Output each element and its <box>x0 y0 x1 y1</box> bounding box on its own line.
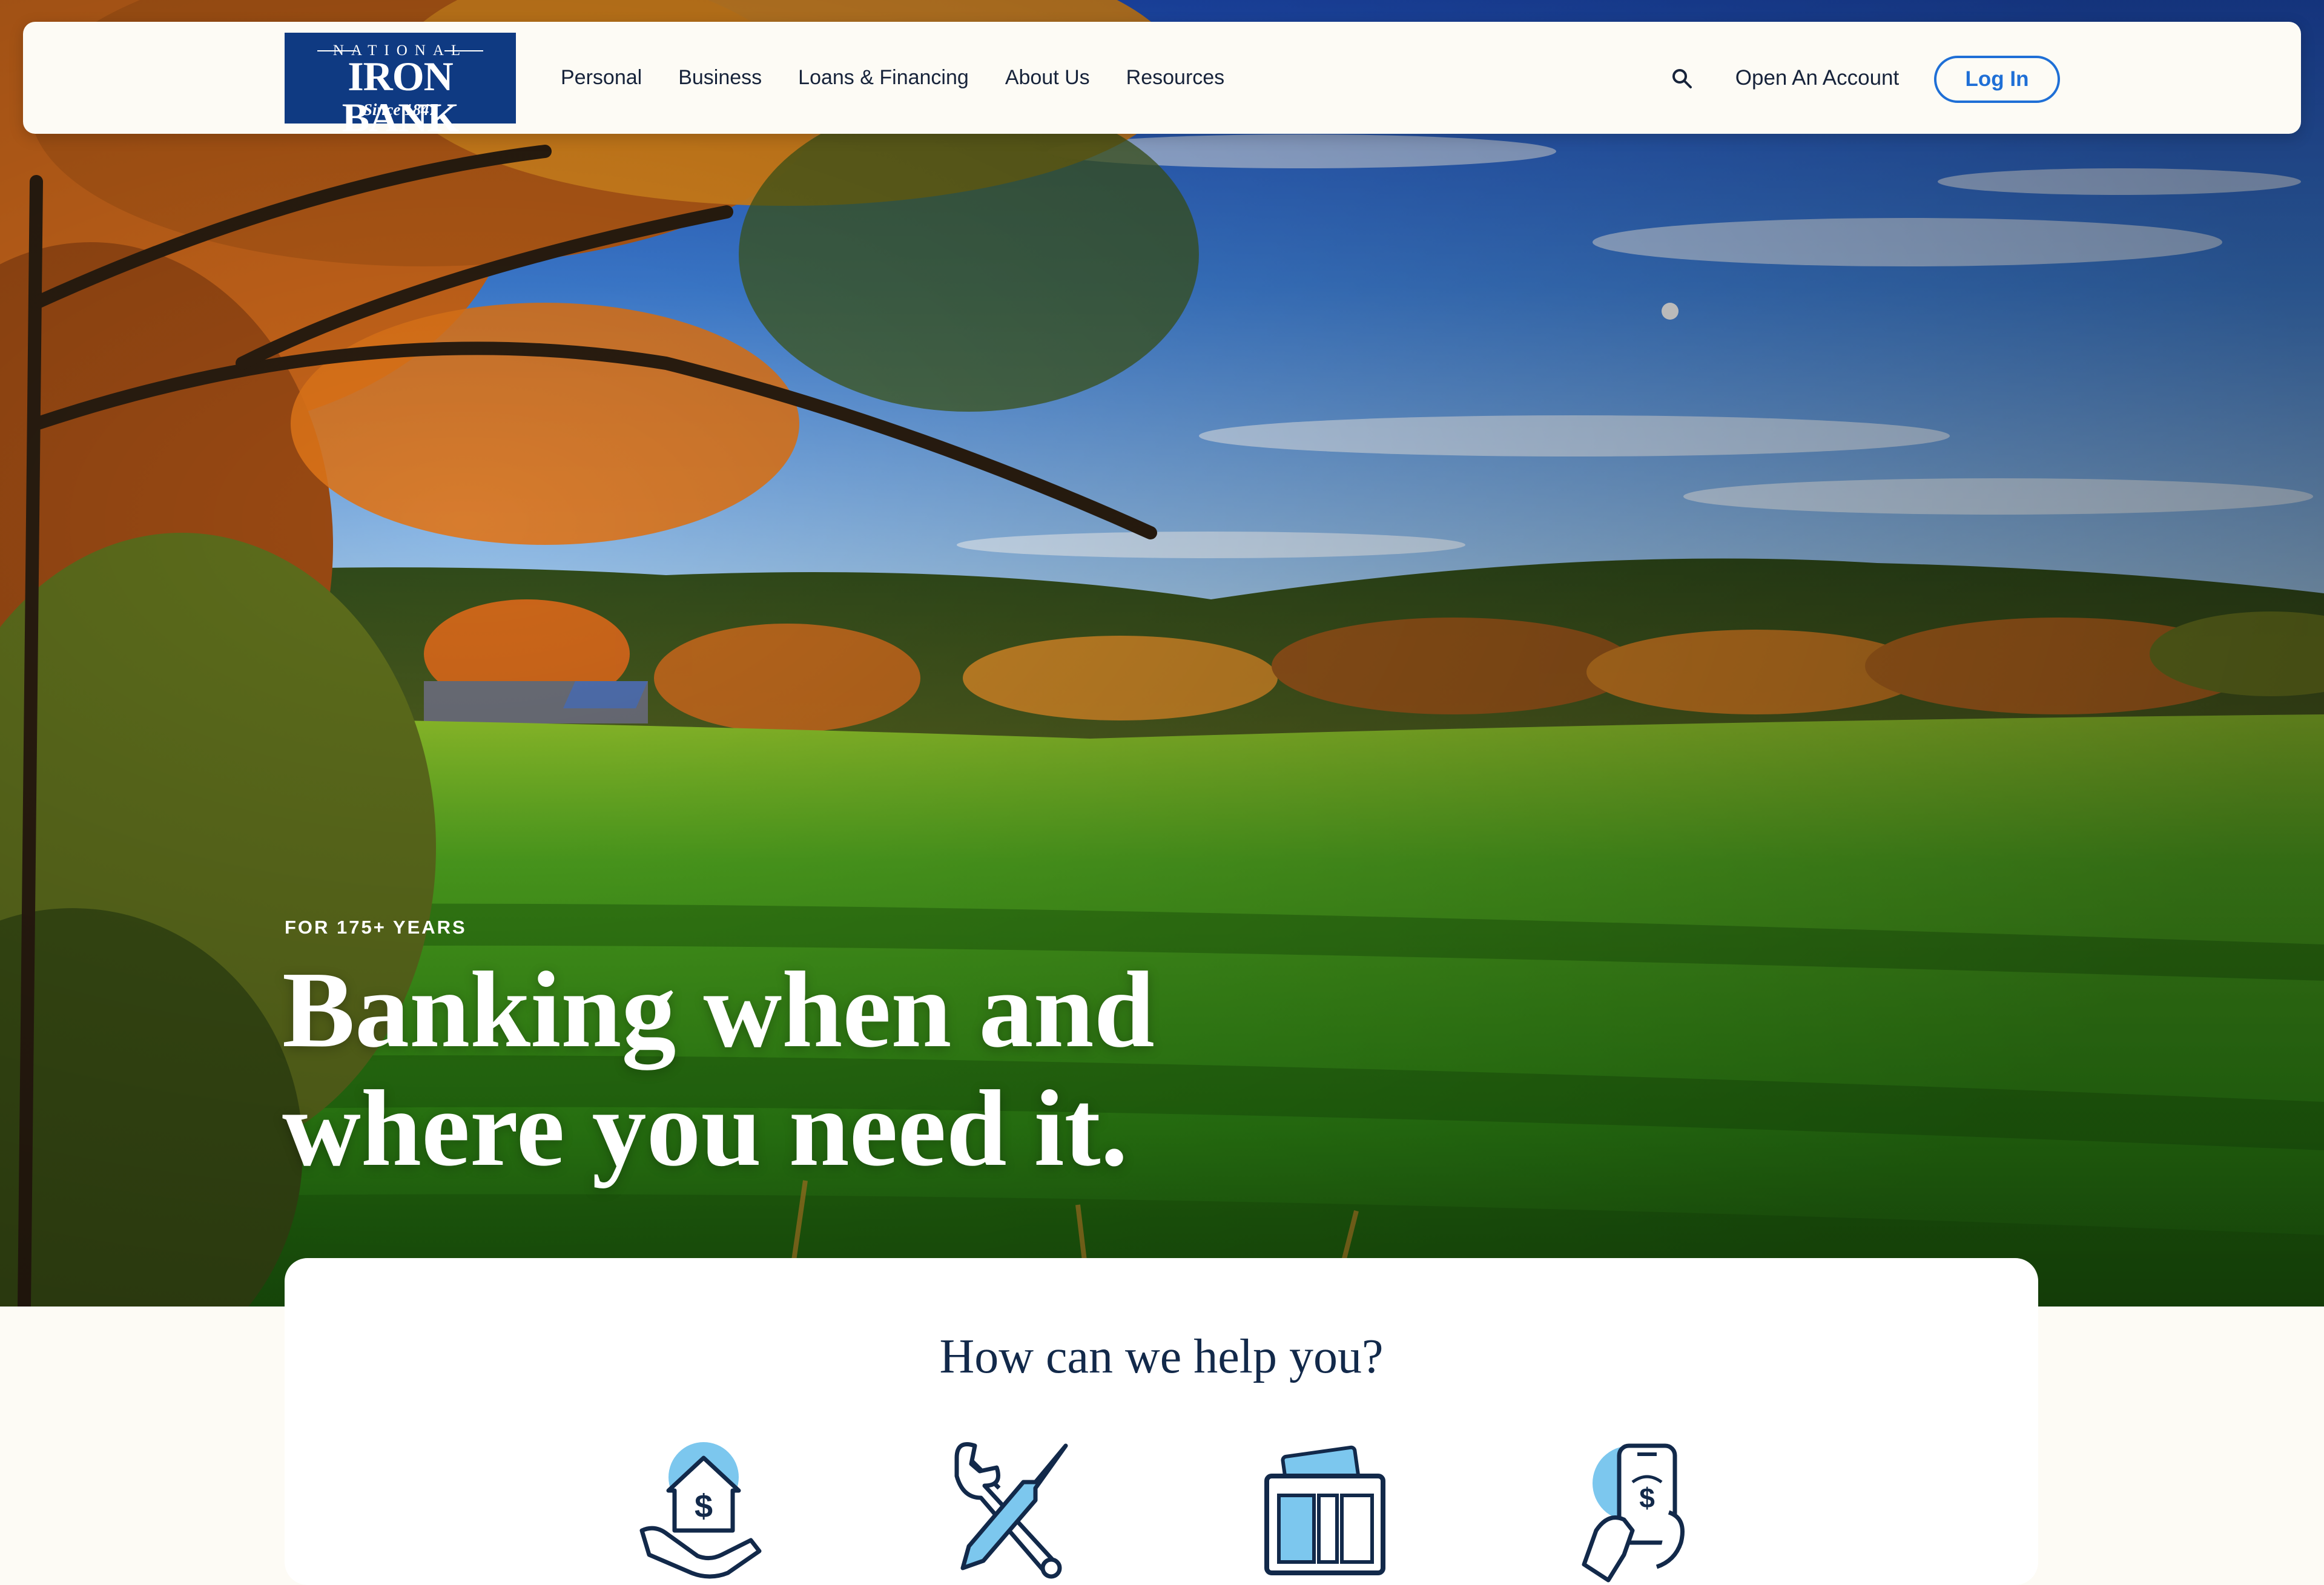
svg-text:$: $ <box>1639 1482 1655 1514</box>
hero-headline-line2: where you need it. <box>282 1068 1128 1188</box>
phone-dollar-hand-icon[interactable]: $ <box>1572 1440 1705 1585</box>
nav-item-loans-financing[interactable]: Loans & Financing <box>798 66 969 90</box>
hero-headline-line1: Banking when and <box>282 949 1155 1070</box>
nav-item-personal[interactable]: Personal <box>561 66 642 90</box>
logo-line-since: Since 1847 <box>363 101 438 119</box>
hero-eyebrow: FOR 175+ YEARS <box>285 917 467 938</box>
help-card: How can we help you? $ $ <box>285 1258 2038 1585</box>
house-dollar-hand-icon[interactable]: $ <box>631 1440 764 1585</box>
nav-item-resources[interactable]: Resources <box>1126 66 1225 90</box>
nav-item-business[interactable]: Business <box>678 66 762 90</box>
nav-item-about-us[interactable]: About Us <box>1005 66 1090 90</box>
hero-headline: Banking when and where you need it. <box>282 951 1312 1188</box>
open-account-link[interactable]: Open An Account <box>1704 22 1930 134</box>
top-navigation: NATIONAL IRON BANK Since 1847 Personal B… <box>23 22 2301 138</box>
main-menu: Personal Business Loans & Financing Abou… <box>561 22 1261 134</box>
help-card-title: How can we help you? <box>939 1330 1384 1383</box>
wallet-cards-icon[interactable] <box>1258 1440 1391 1585</box>
log-in-button[interactable]: Log In <box>1934 56 2060 103</box>
logo-line-iron-bank: IRON BANK <box>342 53 459 140</box>
search-icon[interactable] <box>1670 67 1694 91</box>
national-iron-bank-logo[interactable]: NATIONAL IRON BANK Since 1847 <box>285 33 516 138</box>
hero-banner: FOR 175+ YEARS Banking when and where yo… <box>0 0 2324 1307</box>
svg-text:$: $ <box>695 1488 713 1524</box>
wrench-screwdriver-icon[interactable] <box>945 1440 1078 1585</box>
